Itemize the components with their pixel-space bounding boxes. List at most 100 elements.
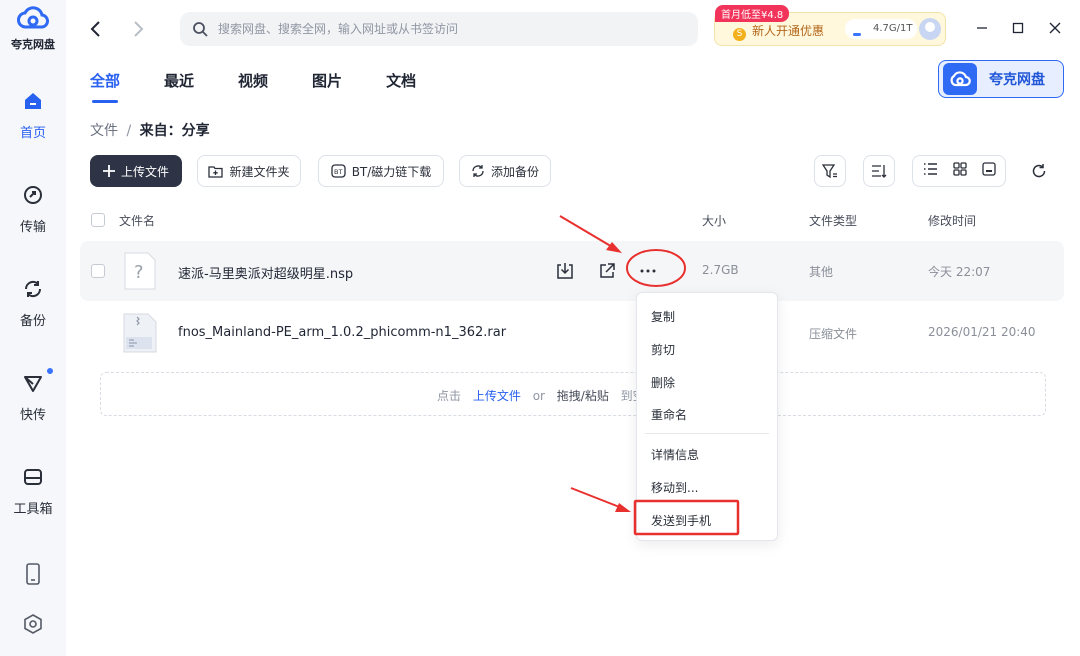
app-name: 夸克网盘 bbox=[11, 38, 55, 51]
tab-recent[interactable]: 最近 bbox=[164, 70, 194, 103]
breadcrumb-root[interactable]: 文件 bbox=[90, 123, 118, 139]
phone-button[interactable] bbox=[22, 562, 44, 586]
app-logo: 夸克网盘 bbox=[0, 6, 66, 52]
file-size: 2.7GB bbox=[702, 263, 739, 277]
bt-download-button[interactable]: BT BT/磁力链下载 bbox=[318, 155, 444, 187]
menu-divider bbox=[645, 433, 769, 434]
more-icon bbox=[640, 269, 656, 273]
file-name[interactable]: fnos_Mainland-PE_arm_1.0.2_phicomm-n1_36… bbox=[178, 325, 506, 340]
bt-download-label: BT/磁力链下载 bbox=[351, 164, 432, 179]
menu-item-cut[interactable]: 剪切 bbox=[651, 341, 675, 358]
breadcrumb-current: 来自：分享 bbox=[139, 123, 210, 139]
table-row[interactable]: ? 速派-马里奥派对超级明星.nsp 2.7GB 其他 今天 22:07 bbox=[80, 241, 1064, 301]
upload-label: 上传文件 bbox=[120, 164, 169, 179]
tab-video[interactable]: 视频 bbox=[238, 70, 268, 103]
home-icon bbox=[25, 93, 41, 109]
avatar[interactable] bbox=[919, 18, 941, 40]
toolbox-icon bbox=[24, 469, 42, 485]
preview-icon bbox=[981, 162, 996, 176]
filter-button[interactable] bbox=[814, 155, 846, 187]
minimize-button[interactable] bbox=[972, 18, 992, 38]
forward-button[interactable] bbox=[128, 18, 150, 40]
storage-bar bbox=[853, 33, 861, 36]
promo-text: S 新人开通优惠 bbox=[733, 22, 824, 41]
tab-images[interactable]: 图片 bbox=[312, 70, 342, 103]
category-tabs: 全部 最近 视频 图片 文档 bbox=[90, 70, 460, 103]
menu-item-copy[interactable]: 复制 bbox=[651, 308, 675, 325]
cloud-logo-icon bbox=[943, 63, 977, 95]
search-bar[interactable] bbox=[180, 12, 698, 46]
notification-dot bbox=[47, 368, 53, 374]
maximize-icon bbox=[1012, 22, 1024, 34]
sidebar-item-toolbox[interactable]: 工具箱 bbox=[0, 466, 66, 517]
row-checkbox[interactable] bbox=[91, 264, 105, 278]
quick-send-icon bbox=[24, 376, 42, 392]
select-all-checkbox[interactable] bbox=[91, 213, 105, 227]
storage-usage[interactable]: 4.7G/1T bbox=[845, 19, 917, 39]
sidebar-item-home[interactable]: 首页 bbox=[0, 90, 66, 141]
download-button[interactable] bbox=[554, 260, 576, 282]
header-size[interactable]: 大小 bbox=[702, 212, 726, 229]
menu-item-delete[interactable]: 删除 bbox=[651, 374, 675, 391]
grid-view-button[interactable] bbox=[952, 162, 967, 180]
chevron-left-icon bbox=[90, 21, 100, 37]
sidebar-item-label: 首页 bbox=[19, 126, 46, 141]
header-name[interactable]: 文件名 bbox=[119, 212, 155, 229]
file-name[interactable]: 速派-马里奥派对超级明星.nsp bbox=[178, 263, 353, 282]
refresh-button[interactable] bbox=[1028, 160, 1050, 182]
new-folder-icon bbox=[208, 165, 224, 178]
dropzone-upload-link[interactable]: 上传文件 bbox=[473, 389, 521, 403]
preview-view-button[interactable] bbox=[981, 162, 996, 180]
header-modified[interactable]: 修改时间 bbox=[928, 212, 976, 229]
dropzone-prefix: 点击 bbox=[437, 389, 462, 403]
sidebar-item-transfer[interactable]: 传输 bbox=[0, 184, 66, 235]
share-button[interactable] bbox=[596, 260, 618, 282]
sidebar-item-quick-send[interactable]: 快传 bbox=[0, 368, 66, 423]
add-backup-label: 添加备份 bbox=[490, 164, 539, 179]
backup-icon bbox=[24, 280, 42, 298]
promo-tag: 首月低至¥4.8 bbox=[715, 5, 790, 22]
unknown-file-icon: ? bbox=[124, 252, 156, 290]
tab-documents[interactable]: 文档 bbox=[386, 70, 416, 103]
sidebar-item-label: 备份 bbox=[19, 314, 46, 329]
list-view-button[interactable] bbox=[923, 162, 938, 180]
sort-button[interactable] bbox=[863, 155, 895, 187]
cloud-logo-icon bbox=[17, 6, 49, 29]
more-button[interactable] bbox=[637, 260, 659, 282]
file-type: 其他 bbox=[809, 265, 834, 279]
close-button[interactable] bbox=[1045, 18, 1065, 38]
minimize-icon bbox=[977, 27, 987, 29]
transfer-icon bbox=[24, 186, 42, 204]
sidebar-item-label: 工具箱 bbox=[13, 502, 53, 517]
sidebar-item-label: 快传 bbox=[19, 408, 46, 423]
breadcrumb-separator: / bbox=[126, 123, 132, 139]
breadcrumb: 文件 / 来自：分享 bbox=[90, 120, 210, 140]
upload-button[interactable]: 上传文件 bbox=[90, 155, 182, 187]
file-type: 压缩文件 bbox=[809, 327, 858, 341]
quark-brand-button[interactable]: 夸克网盘 bbox=[938, 60, 1064, 98]
main-area: 首月低至¥4.8 S新人开通优惠 4.7G/1T 全部 最近 视频 图片 文档 … bbox=[66, 0, 1080, 656]
search-input[interactable] bbox=[218, 22, 658, 36]
promo-banner[interactable]: 首月低至¥4.8 S 新人开通优惠 4.7G/1T bbox=[714, 5, 946, 46]
filter-icon bbox=[822, 164, 837, 179]
chevron-right-icon bbox=[134, 21, 144, 37]
back-button[interactable] bbox=[84, 18, 106, 40]
annotation-arrow bbox=[570, 487, 631, 512]
tab-all[interactable]: 全部 bbox=[90, 70, 120, 103]
menu-item-details[interactable]: 详情信息 bbox=[651, 446, 699, 463]
menu-item-send-to-phone[interactable]: 发送到手机 bbox=[651, 512, 711, 529]
storage-text: 4.7G/1T bbox=[873, 23, 913, 34]
menu-item-move[interactable]: 移动到... bbox=[651, 479, 698, 496]
menu-item-rename[interactable]: 重命名 bbox=[651, 406, 687, 423]
add-backup-button[interactable]: 添加备份 bbox=[459, 155, 551, 187]
table-row[interactable]: fnos_Mainland-PE_arm_1.0.2_phicomm-n1_36… bbox=[80, 303, 1064, 363]
header-type[interactable]: 文件类型 bbox=[809, 212, 857, 229]
sidebar-item-backup[interactable]: 备份 bbox=[0, 278, 66, 329]
refresh-icon bbox=[1032, 164, 1046, 178]
maximize-button[interactable] bbox=[1008, 18, 1028, 38]
new-folder-button[interactable]: 新建文件夹 bbox=[197, 155, 301, 187]
search-icon bbox=[193, 22, 208, 37]
settings-button[interactable] bbox=[22, 612, 44, 636]
backup-icon bbox=[472, 165, 484, 177]
upload-dropzone[interactable]: 点击 上传文件 or 拖拽/粘贴 到空 bbox=[100, 372, 1046, 416]
